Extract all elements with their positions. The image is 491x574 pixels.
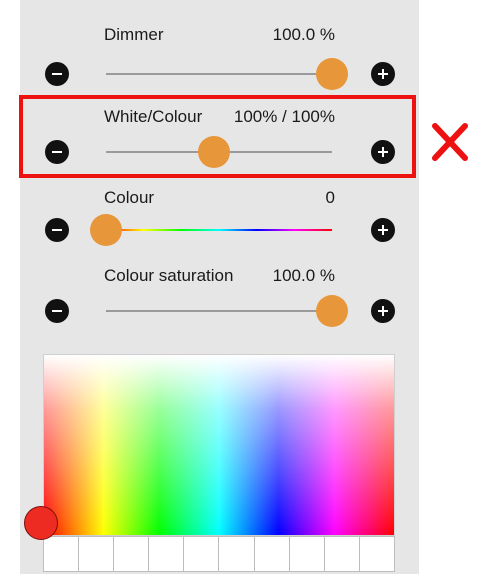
colour-saturation-value: 100.0 % — [272, 266, 335, 285]
dimmer-minus-button[interactable] — [45, 62, 69, 86]
color-swatch[interactable] — [43, 536, 79, 572]
color-picker-area[interactable] — [43, 354, 395, 536]
color-picker-handle[interactable] — [24, 506, 58, 540]
dimmer-value: 100.0 % — [272, 25, 335, 44]
colour-saturation-minus-button[interactable] — [45, 299, 69, 323]
plus-circle-icon — [378, 69, 388, 79]
color-swatch[interactable] — [148, 536, 184, 572]
plus-circle-icon — [378, 306, 388, 316]
colour-saturation-label: Colour saturation — [104, 266, 234, 285]
annotation-highlight-box — [19, 95, 416, 178]
minus-circle-icon — [52, 73, 62, 75]
color-swatch[interactable] — [288, 536, 324, 572]
minus-circle-icon — [52, 229, 62, 231]
plus-circle-icon — [378, 225, 388, 235]
slider-row-colour: Colour 0 — [20, 180, 419, 270]
color-swatch[interactable] — [358, 536, 395, 572]
color-swatch[interactable] — [113, 536, 149, 572]
colour-label: Colour — [104, 188, 155, 207]
red-x-icon — [432, 123, 468, 161]
color-swatch[interactable] — [323, 536, 359, 572]
slider-row-colour-saturation: Colour saturation 100.0 % — [20, 260, 419, 350]
color-swatch[interactable] — [183, 536, 219, 572]
dimmer-thumb[interactable] — [316, 58, 348, 90]
color-picker-white-gradient — [44, 355, 394, 535]
dimmer-label: Dimmer — [104, 25, 164, 44]
colour-saturation-thumb[interactable] — [316, 295, 348, 327]
color-swatch-row — [43, 536, 395, 572]
color-swatch[interactable] — [253, 536, 289, 572]
minus-circle-icon — [52, 310, 62, 312]
colour-saturation-plus-button[interactable] — [371, 299, 395, 323]
colour-value: 0 — [325, 188, 335, 207]
dimmer-plus-button[interactable] — [371, 62, 395, 86]
colour-minus-button[interactable] — [45, 218, 69, 242]
colour-plus-button[interactable] — [371, 218, 395, 242]
colour-hue-track[interactable] — [106, 229, 332, 231]
dimmer-track[interactable] — [106, 73, 332, 75]
colour-thumb[interactable] — [90, 214, 122, 246]
color-swatch[interactable] — [78, 536, 114, 572]
color-swatch[interactable] — [218, 536, 254, 572]
colour-saturation-track[interactable] — [106, 310, 332, 312]
